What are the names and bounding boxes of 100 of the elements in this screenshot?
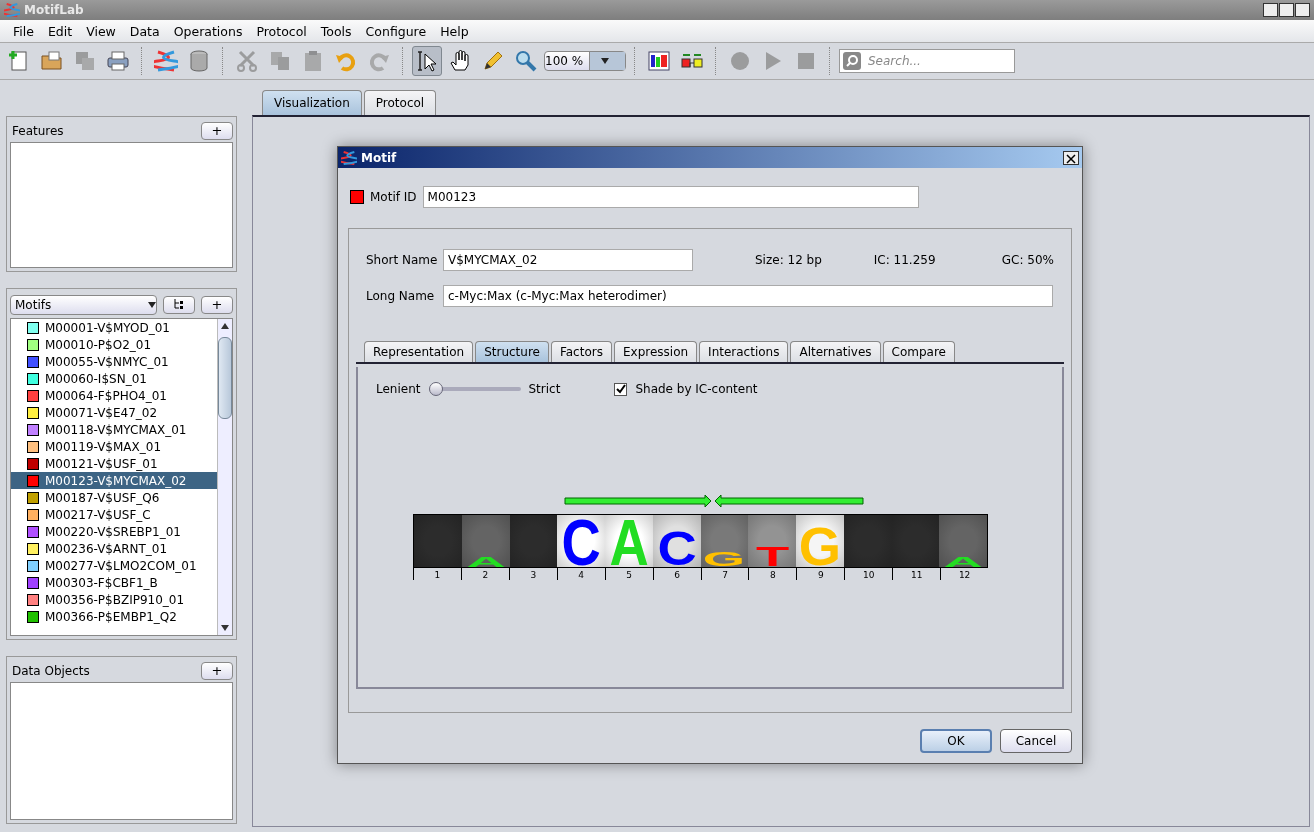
menu-item[interactable]: Data [122, 23, 167, 39]
menu-item[interactable]: Configure [358, 23, 434, 39]
tab[interactable]: Structure [475, 341, 549, 362]
motif-list-item[interactable]: M00356-P$BZIP910_01 [11, 591, 217, 608]
motif-list-item[interactable]: M00001-V$MYOD_01 [11, 319, 217, 336]
menu-item[interactable]: File [6, 23, 41, 39]
tab[interactable]: Alternatives [790, 341, 881, 362]
logo-letter: C [561, 517, 601, 567]
motif-list-item[interactable]: M00121-V$USF_01 [11, 455, 217, 472]
position-label: 12 [940, 568, 989, 580]
gc-text: GC: 50% [1001, 253, 1054, 267]
cursor-button[interactable] [412, 46, 442, 76]
copy-icon [268, 49, 292, 73]
motif-list-item[interactable]: M00055-V$NMYC_01 [11, 353, 217, 370]
position-label: 11 [892, 568, 941, 580]
position-label: 8 [748, 568, 797, 580]
menu-item[interactable]: View [79, 23, 123, 39]
ic-text: IC: 11.259 [873, 253, 936, 267]
menu-item[interactable]: Operations [166, 23, 250, 39]
motif-list-item[interactable]: M00064-F$PHO4_01 [11, 387, 217, 404]
menu-item[interactable]: Edit [40, 23, 80, 39]
motif-list-item[interactable]: M00119-V$MAX_01 [11, 438, 217, 455]
menu-item[interactable]: Help [433, 23, 476, 39]
close-button[interactable] [1063, 150, 1079, 165]
position-label: 7 [700, 568, 749, 580]
logo-letter: A [943, 555, 983, 567]
position-label: 2 [460, 568, 509, 580]
pencil-icon [481, 49, 505, 73]
tab[interactable]: Representation [364, 341, 474, 362]
long-name-field[interactable]: c-Myc:Max (c-Myc:Max heterodimer) [443, 285, 1053, 307]
position-label: 5 [604, 568, 653, 580]
caret-icon [600, 58, 609, 64]
ok-button[interactable]: OK [920, 729, 992, 753]
position-label: 4 [556, 568, 605, 580]
tab[interactable]: Expression [613, 341, 698, 362]
checkbox[interactable] [614, 382, 628, 396]
motif-list-item[interactable]: M00303-F$CBF1_B [11, 574, 217, 591]
tree-view-button[interactable] [163, 296, 195, 314]
motif-list-item[interactable]: M00236-V$ARNT_01 [11, 540, 217, 557]
motif-list-item[interactable]: M00010-P$O2_01 [11, 336, 217, 353]
magnifier-icon [514, 49, 538, 73]
menu-item[interactable]: Protocol [249, 23, 314, 39]
dna-helix-icon [341, 149, 357, 166]
tab[interactable]: Interactions [699, 341, 789, 362]
motif-list-item[interactable]: M00366-P$EMBP1_Q2 [11, 608, 217, 625]
motif-list-item[interactable]: M00123-V$MYCMAX_02 [11, 472, 217, 489]
slider-label: Lenient [376, 382, 421, 396]
logo-column [891, 515, 940, 567]
add-button[interactable]: + [201, 662, 233, 680]
logo-letter: A [466, 555, 506, 567]
menu-item[interactable]: Tools [313, 23, 359, 39]
short-name-field[interactable]: V$MYCMAX_02 [443, 249, 693, 271]
scroll-thumb[interactable] [218, 337, 232, 419]
checkbox-label: Shade by IC-content [635, 382, 758, 396]
add-button[interactable]: + [201, 122, 233, 140]
position-label: 9 [796, 568, 845, 580]
zoom-dropdown[interactable]: 100 % [544, 51, 626, 71]
search-field[interactable]: Search... [839, 49, 1015, 73]
panel-title: Data Objects [11, 664, 90, 678]
field-label: Motif ID [370, 190, 417, 204]
dna-helix-icon [154, 49, 178, 73]
motif-list-item[interactable]: M00071-V$E47_02 [11, 404, 217, 421]
motif-list-item[interactable]: M00118-V$MYCMAX_01 [11, 421, 217, 438]
motif-list-item[interactable]: M00277-V$LMO2COM_01 [11, 557, 217, 574]
dialog-title: Motif [361, 150, 397, 165]
scrollbar[interactable] [217, 319, 232, 635]
cancel-button[interactable]: Cancel [1000, 729, 1072, 753]
hand-icon [448, 49, 472, 73]
motif-id-field[interactable]: M00123 [422, 186, 919, 208]
logo-letter: G [798, 526, 842, 567]
scissors-icon [235, 49, 259, 73]
tab[interactable]: Compare [882, 341, 955, 362]
logo-letter: G [703, 551, 746, 567]
maximize-button[interactable] [1279, 3, 1294, 17]
tab[interactable]: Visualization [262, 90, 362, 115]
motif-list-item[interactable]: M00220-V$SREBP1_01 [11, 523, 217, 540]
close-button[interactable] [1295, 3, 1310, 17]
record-icon [728, 49, 752, 73]
dna-helix-icon [4, 2, 20, 18]
motifs-dropdown[interactable]: Motifs [10, 295, 157, 315]
tab[interactable]: Protocol [363, 90, 437, 115]
motif-list-item[interactable]: M00217-V$USF_C [11, 506, 217, 523]
logo-letter: C [657, 530, 697, 567]
field-label: Long Name [366, 289, 436, 303]
tab[interactable]: Factors [550, 341, 612, 362]
cursor-icon [415, 49, 439, 73]
sequence-logo-icon [647, 49, 671, 73]
caret-icon [148, 302, 156, 308]
add-button[interactable]: + [201, 296, 233, 314]
stringency-slider[interactable] [428, 382, 521, 396]
slider-thumb[interactable] [428, 382, 443, 396]
size-text: Size: 12 bp [755, 253, 822, 267]
motif-list-item[interactable]: M00060-I$SN_01 [11, 370, 217, 387]
minimize-button[interactable] [1263, 3, 1278, 17]
printer-icon [106, 49, 130, 73]
motif-list-item[interactable]: M00187-V$USF_Q6 [11, 489, 217, 506]
logo-letter: T [755, 546, 789, 567]
tree-icon [174, 299, 184, 309]
logo-column [843, 515, 892, 567]
position-label: 10 [844, 568, 893, 580]
